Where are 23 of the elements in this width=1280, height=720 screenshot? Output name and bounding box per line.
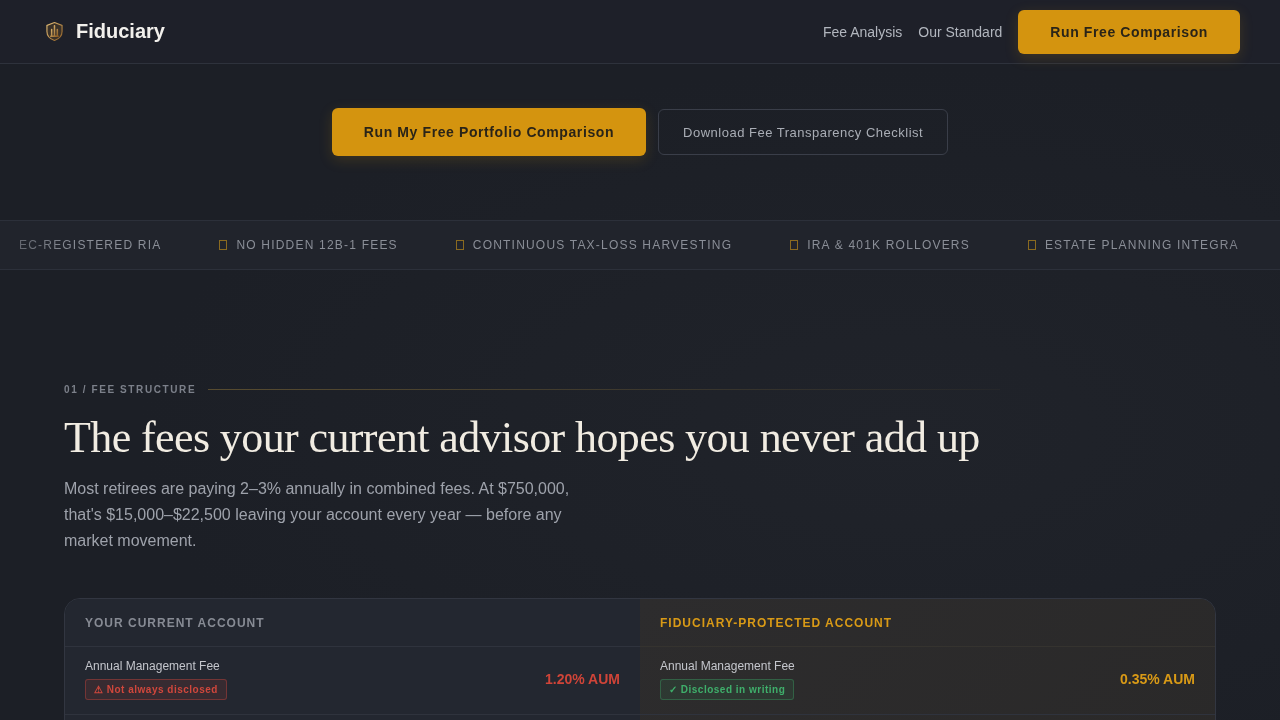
fee-value: 0.35% AUM — [1120, 671, 1195, 688]
section-intro: Most retirees are paying 2–3% annually in combined fees. At $750,000, that's $15,000–$22,500 leaving your account every year — before any market movement. — [64, 478, 571, 551]
brand-name: Fiduciary — [76, 20, 165, 43]
column-heading: YOUR CURRENT ACCOUNT — [65, 598, 640, 647]
nav-link[interactable]: Fee Analysis — [822, 23, 903, 40]
column-heading: FIDUCIARY-PROTECTED ACCOUNT — [640, 598, 1215, 647]
ticker-label: ESTATE PLANNING INTEGRA — [1044, 238, 1239, 252]
comparison-button[interactable]: Run My Free Portfolio Comparison — [331, 108, 647, 156]
nav-link[interactable]: Our Standard — [918, 23, 1003, 40]
ticker-label: CONTINUOUS TAX-LOSS HARVESTING — [472, 238, 733, 252]
ticker-label: NO HIDDEN 12B-1 FEES — [236, 238, 398, 252]
shield-logo-icon — [46, 22, 63, 41]
fee-label: Annual Management Fee — [660, 658, 795, 673]
fee-label: Annual Management Fee — [85, 658, 220, 673]
disclosure-badge: ⚠ Not always disclosed — [85, 678, 227, 700]
cta-button[interactable]: Run Free Comparison — [1018, 9, 1240, 54]
disclosure-badge: ✓ Disclosed in writing — [660, 678, 795, 700]
ticker-label: IRA & 401K ROLLOVERS — [807, 238, 970, 252]
ticker-label: EC-REGISTERED RIA — [19, 238, 162, 252]
download-button[interactable]: Download Fee Transparency Checklist — [658, 109, 949, 155]
fee-value: 1.20% AUM — [545, 671, 620, 688]
section-eyebrow: 01 / FEE STRUCTURE — [64, 384, 197, 395]
section-title: The fees your current advisor hopes you never add up — [64, 413, 981, 464]
